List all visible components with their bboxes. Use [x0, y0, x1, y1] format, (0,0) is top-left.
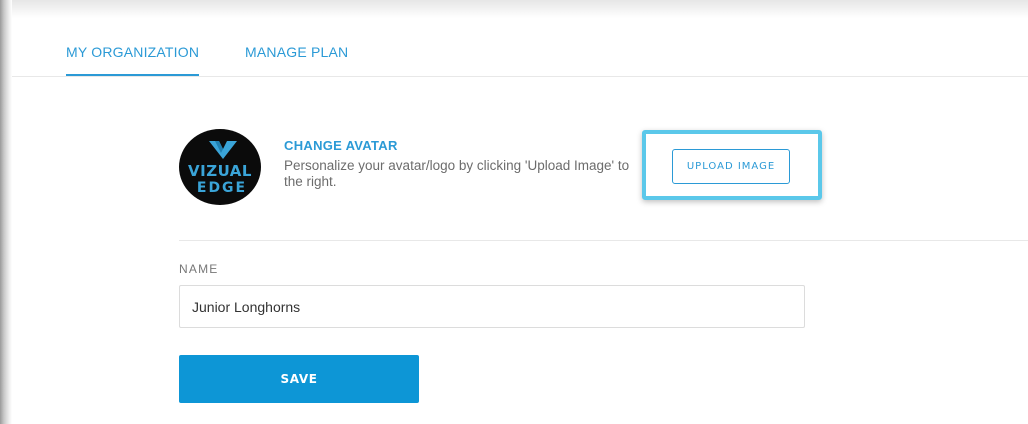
logo-text-line1: VIZUAL — [188, 162, 252, 180]
logo-chevron-shape — [209, 141, 237, 159]
tab-my-organization[interactable]: MY ORGANIZATION — [66, 44, 200, 76]
organization-settings-panel: MY ORGANIZATION MANAGE PLAN VIZUAL EDGE … — [12, 18, 1028, 424]
tab-manage-plan[interactable]: MANAGE PLAN — [245, 44, 348, 60]
change-avatar-title: CHANGE AVATAR — [284, 138, 398, 153]
screenshot-frame-left — [0, 0, 12, 424]
avatar: VIZUAL EDGE — [179, 129, 261, 205]
upload-image-button[interactable]: UPLOAD IMAGE — [672, 149, 790, 184]
change-avatar-description: Personalize your avatar/logo by clicking… — [284, 158, 630, 189]
screenshot-frame-top — [0, 0, 1028, 18]
section-divider — [179, 240, 1028, 241]
name-input[interactable] — [179, 285, 805, 328]
tab-bar: MY ORGANIZATION MANAGE PLAN — [12, 18, 1028, 77]
save-button[interactable]: SAVE — [179, 355, 419, 403]
name-label: NAME — [179, 262, 219, 276]
vizual-edge-logo: VIZUAL EDGE — [188, 141, 252, 196]
logo-text-line2: EDGE — [197, 180, 247, 196]
